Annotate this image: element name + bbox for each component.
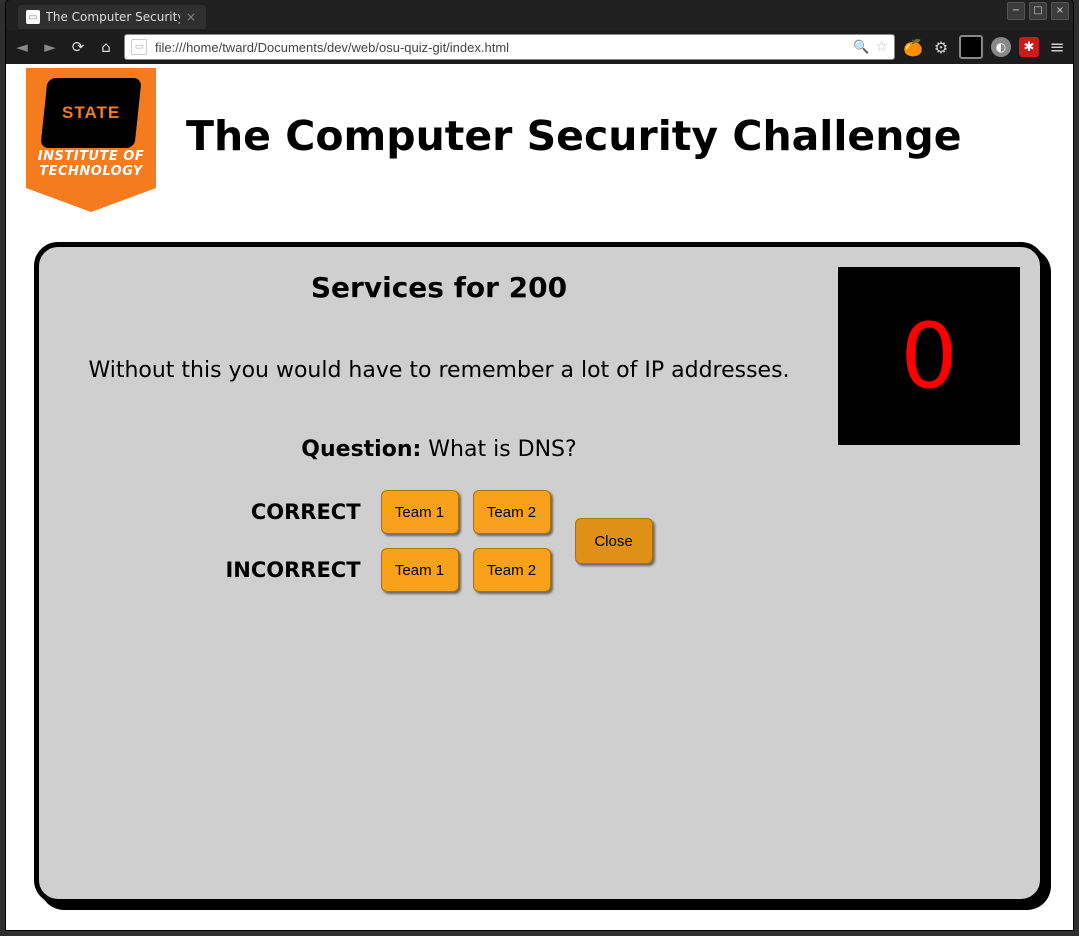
menu-icon[interactable]: ≡ [1047, 37, 1067, 57]
page-title: The Computer Security Challenge [186, 112, 962, 160]
incorrect-team2-button[interactable]: Team 2 [473, 548, 551, 592]
state-logo-text: STATE [62, 103, 120, 123]
timer-value: 0 [900, 304, 957, 409]
incorrect-label: INCORRECT [225, 558, 366, 582]
page-icon: ▭ [131, 39, 147, 55]
question-clue: Without this you would have to remember … [59, 358, 819, 383]
window-controls: − □ × [1007, 2, 1069, 20]
window-minimize-button[interactable]: − [1007, 2, 1025, 20]
incorrect-team1-button[interactable]: Team 1 [381, 548, 459, 592]
question-answer-row: Question: What is DNS? [59, 437, 819, 462]
correct-label: CORRECT [225, 500, 366, 524]
question-area: Services for 200 Without this you would … [59, 271, 819, 592]
osu-logo-banner: STATE INSTITUTE OF TECHNOLOGY [26, 68, 156, 208]
quiz-panel: 0 Services for 200 Without this you woul… [34, 242, 1045, 904]
extension-icon[interactable]: ◐ [991, 37, 1011, 57]
scoring-buttons: CORRECT Team 1 Team 2 INCORRECT Team 1 T… [59, 490, 819, 592]
bookmark-star-icon[interactable]: ☆ [875, 39, 888, 55]
address-bar[interactable]: ▭ 🔍 ☆ [124, 34, 895, 60]
forward-icon[interactable]: ► [40, 37, 60, 57]
browser-window: − □ × ▭ The Computer Security × ◄ ► ⟳ ⌂ … [6, 0, 1073, 930]
browser-toolbar: ◄ ► ⟳ ⌂ ▭ 🔍 ☆ 🍊 ⚙ ◐ ✱ ≡ [6, 30, 1073, 64]
favicon-icon: ▭ [26, 10, 40, 24]
extension-icon[interactable] [959, 35, 983, 59]
page-content: STATE INSTITUTE OF TECHNOLOGY The Comput… [6, 64, 1073, 930]
question-answer: What is DNS? [428, 437, 576, 462]
state-logo-icon: STATE [40, 78, 141, 148]
back-icon[interactable]: ◄ [12, 37, 32, 57]
reload-icon[interactable]: ⟳ [68, 37, 88, 57]
page-viewport: STATE INSTITUTE OF TECHNOLOGY The Comput… [6, 64, 1073, 930]
close-button[interactable]: Close [575, 518, 653, 564]
browser-tab[interactable]: ▭ The Computer Security × [18, 5, 206, 29]
window-maximize-button[interactable]: □ [1029, 2, 1047, 20]
tab-close-icon[interactable]: × [186, 10, 196, 24]
settings-gear-icon[interactable]: ⚙ [931, 37, 951, 57]
zoom-icon[interactable]: 🔍 [853, 40, 869, 55]
tab-strip: ▭ The Computer Security × [18, 4, 206, 30]
url-input[interactable] [153, 39, 847, 56]
institute-text: INSTITUTE OF TECHNOLOGY [26, 150, 156, 180]
window-close-button[interactable]: × [1051, 2, 1069, 20]
question-label: Question: [301, 437, 421, 462]
extension-icon[interactable]: ✱ [1019, 37, 1039, 57]
correct-team2-button[interactable]: Team 2 [473, 490, 551, 534]
home-icon[interactable]: ⌂ [96, 37, 116, 57]
timer-display: 0 [838, 267, 1020, 445]
tab-title: The Computer Security [46, 10, 180, 24]
question-header: Services for 200 [59, 271, 819, 304]
page-header: STATE INSTITUTE OF TECHNOLOGY The Comput… [6, 64, 1073, 208]
correct-team1-button[interactable]: Team 1 [381, 490, 459, 534]
extension-icon[interactable]: 🍊 [903, 37, 923, 57]
